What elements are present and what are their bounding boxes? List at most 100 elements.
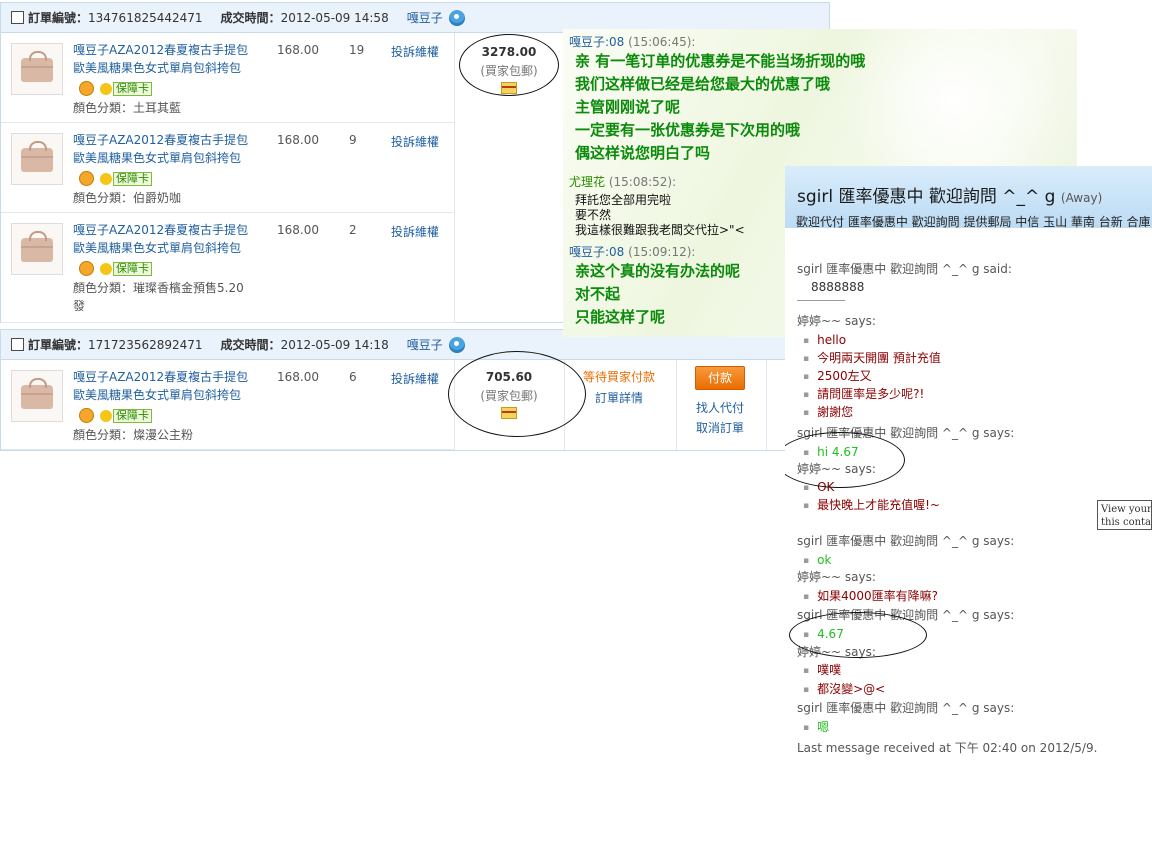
medal-icon	[79, 261, 94, 276]
divider	[797, 300, 845, 301]
unit-price: 168.00	[277, 133, 319, 147]
product-color: 顏色分類：土耳其藍	[73, 101, 182, 115]
order-item: 嘎豆子AZA2012春夏複古手提包歐美風糖果色女式單肩包斜挎包 保障卡 顏色分類…	[1, 213, 455, 323]
chat-line: 主管刚刚说了呢	[575, 98, 681, 116]
sender-line: 婷婷~~ says:	[797, 314, 876, 328]
seller-link[interactable]: 嘎豆子	[407, 336, 443, 353]
highlight-ellipse	[459, 34, 559, 96]
chat-message: 嘎豆子:08 (15:09:12): 亲这个真的没有办法的呢 对不起 只能这样了…	[569, 243, 740, 329]
complain-link[interactable]: 投訴維權	[391, 43, 439, 60]
message-line: 如果4000匯率有降嘛?	[803, 587, 938, 605]
order-number: 171723562892471	[88, 337, 203, 352]
highlight-ellipse	[448, 351, 586, 437]
handbag-image	[21, 231, 53, 262]
quantity: 9	[349, 133, 357, 147]
order-items: 嘎豆子AZA2012春夏複古手提包歐美風糖果色女式單肩包斜挎包 保障卡 顏色分類…	[1, 351, 829, 450]
sender-line: 婷婷~~ says:	[797, 570, 876, 584]
unit-price: 168.00	[277, 370, 319, 384]
product-thumbnail[interactable]	[11, 133, 63, 185]
unit-price: 168.00	[277, 43, 319, 57]
handbag-image	[21, 378, 53, 409]
chat-sender: 尤理花 (15:08:52):	[569, 175, 677, 189]
chat-line: 偶这样说您明白了吗	[575, 144, 711, 162]
cancel-order-link[interactable]: 取消訂單	[695, 418, 745, 438]
message-line: 嗯	[803, 718, 829, 736]
message-line: 今明兩天開團 預計充值	[803, 349, 941, 367]
product-thumbnail[interactable]	[11, 370, 63, 422]
order-detail-link[interactable]: 訂單詳情	[583, 389, 655, 406]
protection-card-badge[interactable]: 保障卡	[113, 261, 152, 276]
sender-line: sgirl 匯率優惠中 歡迎詢問 ^_^ g said:	[797, 262, 1012, 276]
product-title[interactable]: 嘎豆子AZA2012春夏複古手提包歐美風糖果色女式單肩包斜挎包	[73, 221, 253, 257]
order-2: 訂單編號： 171723562892471 成交時間： 2012-05-09 1…	[0, 329, 830, 451]
message-line: hello	[803, 331, 846, 349]
pay-button[interactable]: 付款	[695, 366, 745, 390]
protection-card-badge[interactable]: 保障卡	[113, 171, 152, 186]
chat-line: 只能这样了呢	[575, 308, 666, 326]
wangwang-chat-icon[interactable]	[448, 336, 465, 353]
product-color: 顏色分類：伯爵奶咖	[73, 191, 182, 205]
protection-icon	[100, 172, 112, 185]
highlight-ellipse	[785, 432, 905, 488]
chat-line: 对不起	[575, 285, 621, 303]
seller-link[interactable]: 嘎豆子	[407, 9, 443, 26]
order-item: 嘎豆子AZA2012春夏複古手提包歐美風糖果色女式單肩包斜挎包 保障卡 顏色分類…	[1, 33, 455, 123]
product-color: 顏色分類：燦漫公主粉	[73, 428, 194, 442]
badges: 保障卡	[79, 81, 152, 96]
handbag-image	[21, 141, 53, 172]
order-select-checkbox[interactable]	[11, 338, 24, 351]
chat-line: 我们这样做已经是给您最大的优惠了哦	[575, 75, 831, 93]
protection-icon	[100, 409, 112, 422]
order-item: 嘎豆子AZA2012春夏複古手提包歐美風糖果色女式單肩包斜挎包 保障卡 顏色分類…	[1, 360, 455, 450]
chat-line: 亲这个真的没有办法的呢	[575, 262, 741, 280]
complain-link[interactable]: 投訴維權	[391, 133, 439, 150]
message-line: 8888888	[811, 280, 865, 294]
order-time: 2012-05-09 14:18	[280, 337, 389, 352]
message-line: 2500左又	[803, 367, 872, 385]
product-title[interactable]: 嘎豆子AZA2012春夏複古手提包歐美風糖果色女式單肩包斜挎包	[73, 131, 253, 167]
chat-sender: 嘎豆子:08 (15:06:45):	[569, 35, 696, 49]
chat-line: 亲 有一笔订单的优惠券是不能当场折现的哦	[575, 52, 866, 70]
complain-link[interactable]: 投訴維權	[391, 223, 439, 240]
medal-icon	[79, 81, 94, 96]
message-line: ok	[803, 551, 831, 569]
quantity: 6	[349, 370, 357, 384]
quantity: 2	[349, 223, 357, 237]
protection-icon	[100, 82, 112, 95]
order-select-checkbox[interactable]	[11, 11, 24, 24]
msn-chat-window: sgirl 匯率優惠中 歡迎詢問 ^_^ g (Away) 歡迎代付 匯率優惠中…	[785, 166, 1152, 757]
quantity: 19	[349, 43, 365, 57]
protection-card-badge[interactable]: 保障卡	[113, 81, 152, 96]
product-color: 顏色分類：璀璨香檳金預售5.20發	[73, 281, 244, 313]
order-status: 等待買家付款 訂單詳情	[583, 368, 655, 406]
sender-line: sgirl 匯率優惠中 歡迎詢問 ^_^ g says:	[797, 534, 1015, 548]
product-thumbnail[interactable]	[11, 223, 63, 275]
chat-message: 嘎豆子:08 (15:06:45): 亲 有一笔订单的优惠券是不能当场折现的哦 …	[569, 33, 865, 165]
last-message-footer: Last message received at 下午 02:40 on 201…	[797, 741, 1098, 755]
chat-line: 我這樣很難跟我老闆交代拉>"<	[575, 223, 745, 237]
message-line: 謝謝您	[803, 403, 853, 421]
complain-link[interactable]: 投訴維權	[391, 370, 439, 387]
find-payer-link[interactable]: 找人代付	[695, 398, 745, 418]
protection-icon	[100, 262, 112, 275]
product-thumbnail[interactable]	[11, 43, 63, 95]
handbag-image	[21, 51, 53, 82]
chat-line: 要不然	[575, 208, 612, 222]
chat-sender: 嘎豆子:08 (15:09:12):	[569, 245, 696, 259]
medal-icon	[79, 408, 94, 423]
protection-card-badge[interactable]: 保障卡	[113, 408, 152, 423]
medal-icon	[79, 171, 94, 186]
chat-message: 尤理花 (15:08:52): 拜託您全部用完啦 要不然 我這樣很難跟我老闆交代…	[569, 173, 745, 238]
product-title[interactable]: 嘎豆子AZA2012春夏複古手提包歐美風糖果色女式單肩包斜挎包	[73, 41, 253, 77]
wangwang-chat-icon[interactable]	[448, 9, 465, 26]
chat-line: 拜託您全部用完啦	[575, 193, 672, 207]
message-line: 都沒變>@<	[803, 680, 885, 698]
badges: 保障卡	[79, 261, 152, 276]
product-title[interactable]: 嘎豆子AZA2012春夏複古手提包歐美風糖果色女式單肩包斜挎包	[73, 368, 253, 404]
order-time: 2012-05-09 14:58	[280, 10, 389, 25]
unit-price: 168.00	[277, 223, 319, 237]
contact-tooltip: View your this contact	[1097, 500, 1152, 530]
status-text: 等待買家付款	[583, 370, 656, 384]
badges: 保障卡	[79, 408, 152, 423]
message-line: 最快晚上才能充值喔!~	[803, 496, 940, 514]
